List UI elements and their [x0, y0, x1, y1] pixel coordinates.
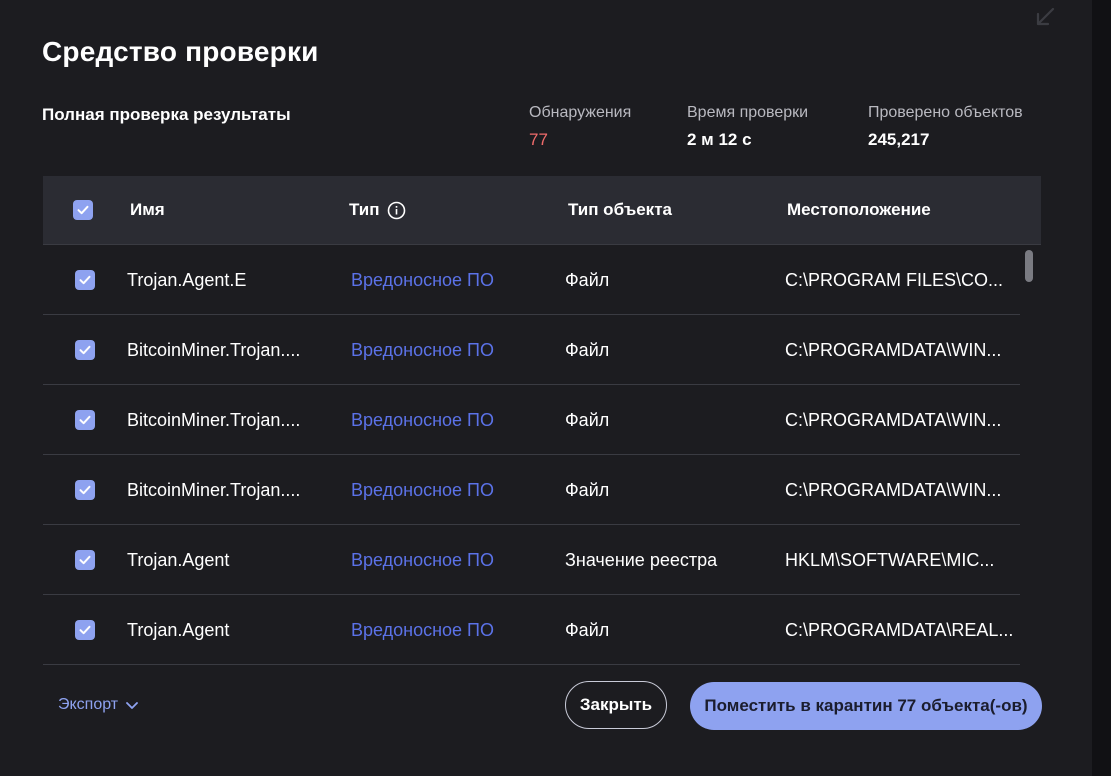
row-checkbox[interactable]	[75, 550, 95, 570]
quarantine-button[interactable]: Поместить в карантин 77 объекта(-ов)	[690, 682, 1042, 730]
row-name: Trojan.Agent	[127, 550, 230, 570]
checkbox-checked-icon	[79, 625, 91, 635]
column-header-object-type[interactable]: Тип объекта	[568, 200, 672, 220]
checkbox-checked-icon	[79, 275, 91, 285]
row-location: HKLM\SOFTWARE\MIC...	[785, 550, 995, 570]
checkbox-checked-icon	[79, 555, 91, 565]
row-type-link[interactable]: Вредоносное ПО	[351, 270, 494, 291]
column-header-name[interactable]: Имя	[130, 200, 165, 220]
table-row[interactable]: Trojan.Agent Вредоносное ПО Значение рее…	[43, 525, 1020, 595]
table-header: Имя Тип Тип объекта Местоположение	[43, 176, 1041, 245]
stat-scan-time-value: 2 м 12 с	[687, 130, 752, 149]
row-name: Trojan.Agent.E	[127, 270, 247, 290]
stat-detections: Обнаружения 77	[529, 104, 631, 150]
row-object-type: Файл	[565, 340, 610, 360]
row-location: C:\PROGRAMDATA\REAL...	[785, 620, 1014, 640]
stat-scanned-objects: Проверено объектов 245,217	[868, 104, 1023, 150]
close-button[interactable]: Закрыть	[565, 681, 667, 729]
row-type-link[interactable]: Вредоносное ПО	[351, 340, 494, 361]
row-object-type: Файл	[565, 410, 610, 430]
column-header-type[interactable]: Тип	[349, 200, 406, 220]
table-row[interactable]: BitcoinMiner.Trojan.... Вредоносное ПО Ф…	[43, 455, 1020, 525]
stat-scan-time-label: Время проверки	[687, 104, 809, 121]
row-type-link[interactable]: Вредоносное ПО	[351, 410, 494, 431]
row-location: C:\PROGRAMDATA\WIN...	[785, 480, 1002, 500]
scan-subtitle: Полная проверка результаты	[42, 105, 291, 124]
row-type-link[interactable]: Вредоносное ПО	[351, 480, 494, 501]
stat-detections-value: 77	[529, 130, 548, 149]
row-location: C:\PROGRAMDATA\WIN...	[785, 410, 1002, 430]
row-location: C:\PROGRAMDATA\WIN...	[785, 340, 1002, 360]
checkbox-checked-icon	[77, 205, 89, 215]
row-checkbox[interactable]	[75, 270, 95, 290]
select-all-checkbox[interactable]	[73, 200, 93, 220]
chevron-down-icon	[126, 702, 139, 709]
table-row[interactable]: BitcoinMiner.Trojan.... Вредоносное ПО Ф…	[43, 315, 1020, 385]
row-checkbox[interactable]	[75, 480, 95, 500]
row-name: BitcoinMiner.Trojan....	[127, 410, 301, 430]
window-edge	[1092, 0, 1111, 776]
row-checkbox[interactable]	[75, 340, 95, 360]
stat-scan-time: Время проверки 2 м 12 с	[687, 104, 808, 150]
results-table-body: Trojan.Agent.E Вредоносное ПО Файл C:\PR…	[43, 245, 1020, 665]
row-name: BitcoinMiner.Trojan....	[127, 480, 301, 500]
row-name: BitcoinMiner.Trojan....	[127, 340, 301, 360]
column-header-type-label: Тип	[349, 200, 380, 219]
stat-scanned-objects-label: Проверено объектов	[868, 104, 1023, 121]
stat-detections-label: Обнаружения	[529, 104, 632, 121]
checkbox-checked-icon	[79, 415, 91, 425]
row-checkbox[interactable]	[75, 410, 95, 430]
row-location: C:\PROGRAM FILES\CO...	[785, 270, 1004, 290]
table-scrollbar-thumb[interactable]	[1025, 250, 1033, 282]
row-type-link[interactable]: Вредоносное ПО	[351, 550, 494, 571]
row-object-type: Файл	[565, 620, 610, 640]
table-row[interactable]: Trojan.Agent.E Вредоносное ПО Файл C:\PR…	[43, 245, 1020, 315]
export-dropdown[interactable]: Экспорт	[58, 696, 140, 714]
export-label: Экспорт	[58, 696, 119, 713]
row-name: Trojan.Agent	[127, 620, 230, 640]
row-object-type: Значение реестра	[565, 550, 718, 570]
table-row[interactable]: BitcoinMiner.Trojan.... Вредоносное ПО Ф…	[43, 385, 1020, 455]
table-row[interactable]: Trojan.Agent Вредоносное ПО Файл C:\PROG…	[43, 595, 1020, 665]
row-type-link[interactable]: Вредоносное ПО	[351, 620, 494, 641]
checkbox-checked-icon	[79, 485, 91, 495]
collapse-arrow-icon[interactable]	[1034, 6, 1056, 28]
checkbox-checked-icon	[79, 345, 91, 355]
info-icon[interactable]	[387, 201, 406, 220]
row-checkbox[interactable]	[75, 620, 95, 640]
row-object-type: Файл	[565, 270, 610, 290]
row-object-type: Файл	[565, 480, 610, 500]
stat-scanned-objects-value: 245,217	[868, 130, 930, 149]
column-header-location[interactable]: Местоположение	[787, 200, 931, 220]
page-title: Средство проверки	[42, 36, 319, 67]
